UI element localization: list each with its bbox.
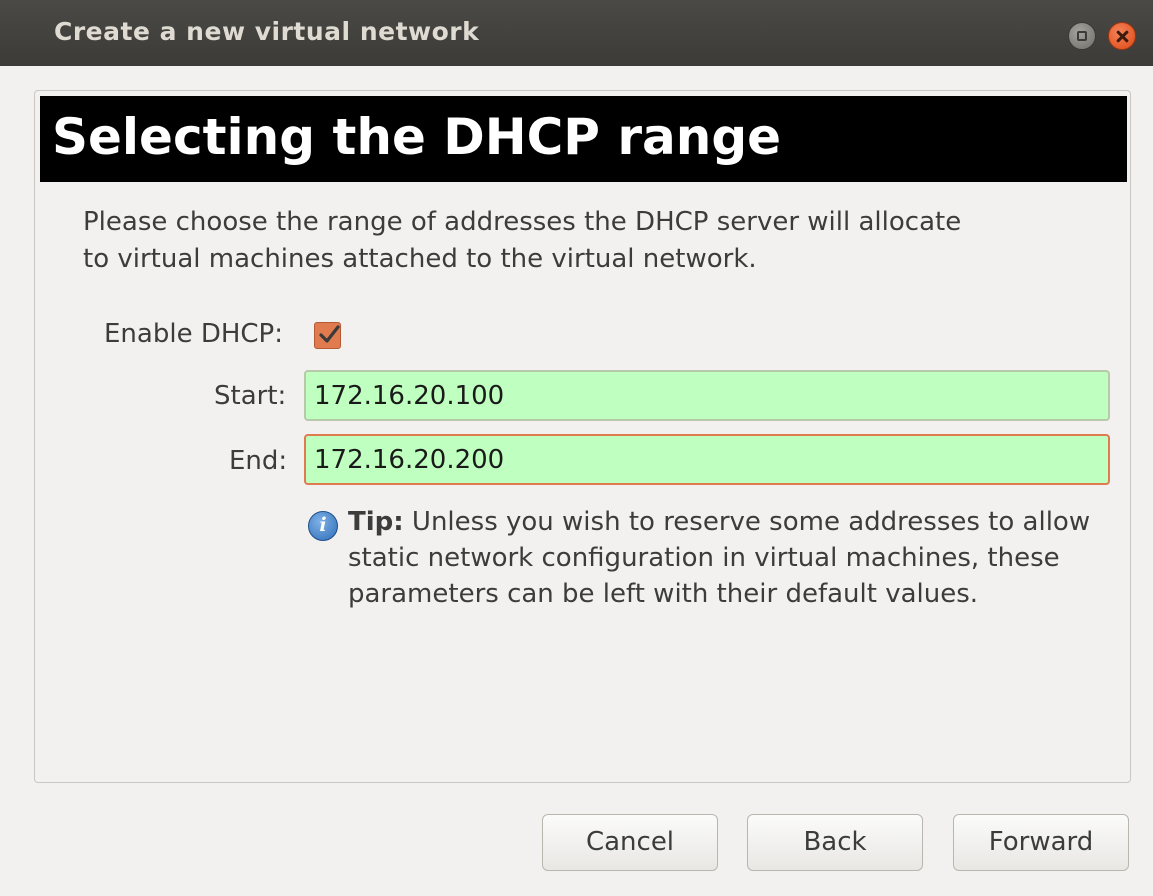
cancel-button[interactable]: Cancel bbox=[542, 814, 718, 871]
tip-body: Unless you wish to reserve some addresse… bbox=[348, 507, 1091, 609]
page-header: Selecting the DHCP range bbox=[40, 96, 1127, 182]
end-label: End: bbox=[229, 446, 288, 476]
checkmark-icon bbox=[319, 325, 340, 343]
forward-button[interactable]: Forward bbox=[953, 814, 1129, 871]
info-icon: i bbox=[308, 511, 338, 541]
dialog-window: Create a new virtual network Selecting t… bbox=[0, 0, 1153, 896]
start-label: Start: bbox=[214, 381, 287, 411]
end-address-input[interactable] bbox=[304, 434, 1110, 485]
maximize-button[interactable] bbox=[1068, 22, 1096, 50]
tip-text: Tip: Unless you wish to reserve some add… bbox=[348, 504, 1138, 612]
window-title: Create a new virtual network bbox=[54, 17, 480, 46]
page-description: Please choose the range of addresses the… bbox=[83, 207, 962, 274]
title-bar[interactable]: Create a new virtual network bbox=[0, 0, 1153, 66]
enable-dhcp-label: Enable DHCP: bbox=[104, 319, 283, 349]
tip-label: Tip: bbox=[348, 507, 404, 537]
page-title: Selecting the DHCP range bbox=[52, 108, 782, 166]
back-button[interactable]: Back bbox=[747, 814, 923, 871]
start-address-input[interactable] bbox=[304, 370, 1110, 421]
close-button[interactable] bbox=[1108, 22, 1136, 50]
enable-dhcp-checkbox[interactable] bbox=[314, 322, 341, 349]
